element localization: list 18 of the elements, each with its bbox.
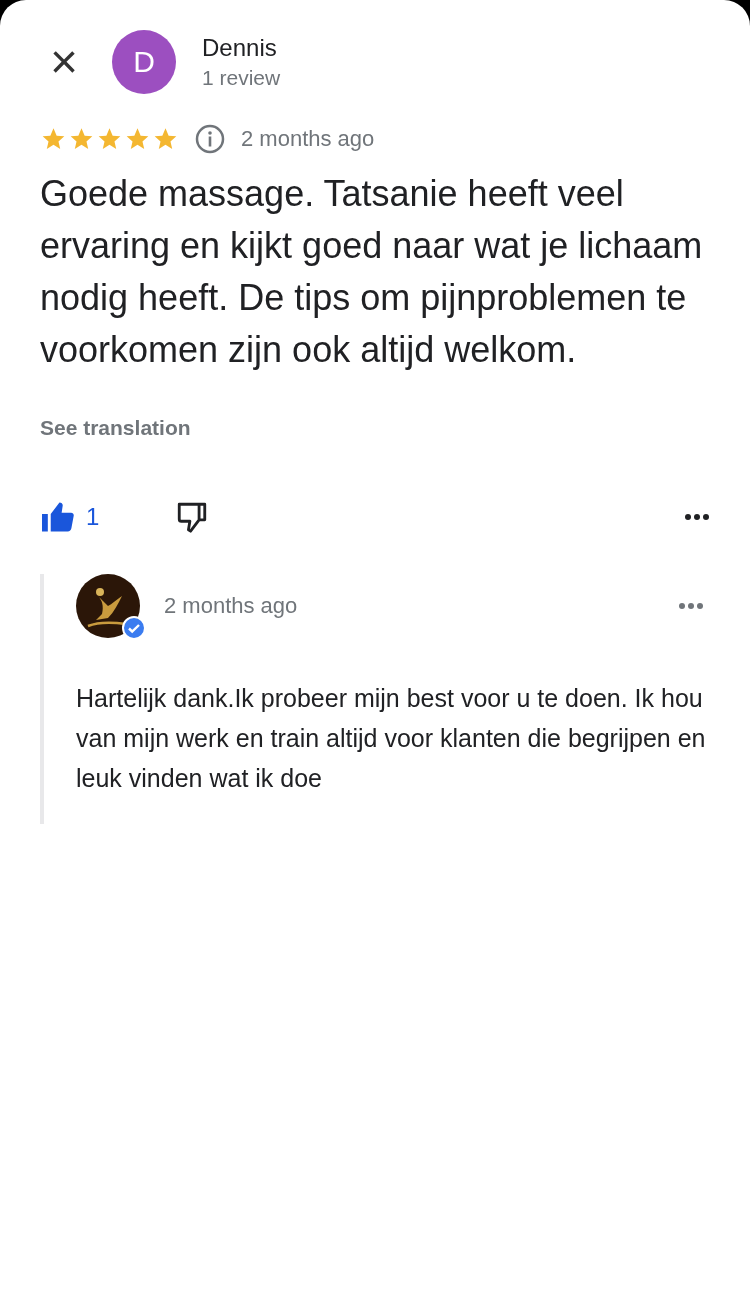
reply-text: Hartelijk dank.Ik probeer mijn best voor u te doen. Ik hou van mijn werk en train altijd voor klanten die begrijpen en leuk vinden wat ik doe <box>76 683 707 794</box>
star-icon <box>68 126 95 152</box>
info-icon[interactable] <box>195 124 225 154</box>
see-translation-link[interactable]: See translation <box>40 416 191 440</box>
star-icon <box>96 126 123 152</box>
review-count: 1 review <box>202 66 281 90</box>
reply-options-button[interactable] <box>678 602 704 610</box>
reply-time: 2 months ago <box>164 593 299 619</box>
business-logo-icon <box>76 574 140 638</box>
star-icon <box>40 126 67 152</box>
review-text: Goede massage. Tatsanie heeft veel ervaring en kijkt goed naar wat je lichaam nodig heeft. De tips om pijnproblemen te voorkomen zijn ook altijd welkom. <box>40 172 704 372</box>
review-time: 2 months ago <box>241 126 375 152</box>
reviewer-name: Dennis <box>202 34 278 62</box>
star-icon <box>152 126 179 152</box>
star-icon <box>124 126 151 152</box>
more-options-button[interactable] <box>684 513 710 521</box>
close-button[interactable]: × <box>40 42 88 82</box>
reviewer-avatar: D <box>112 30 176 94</box>
